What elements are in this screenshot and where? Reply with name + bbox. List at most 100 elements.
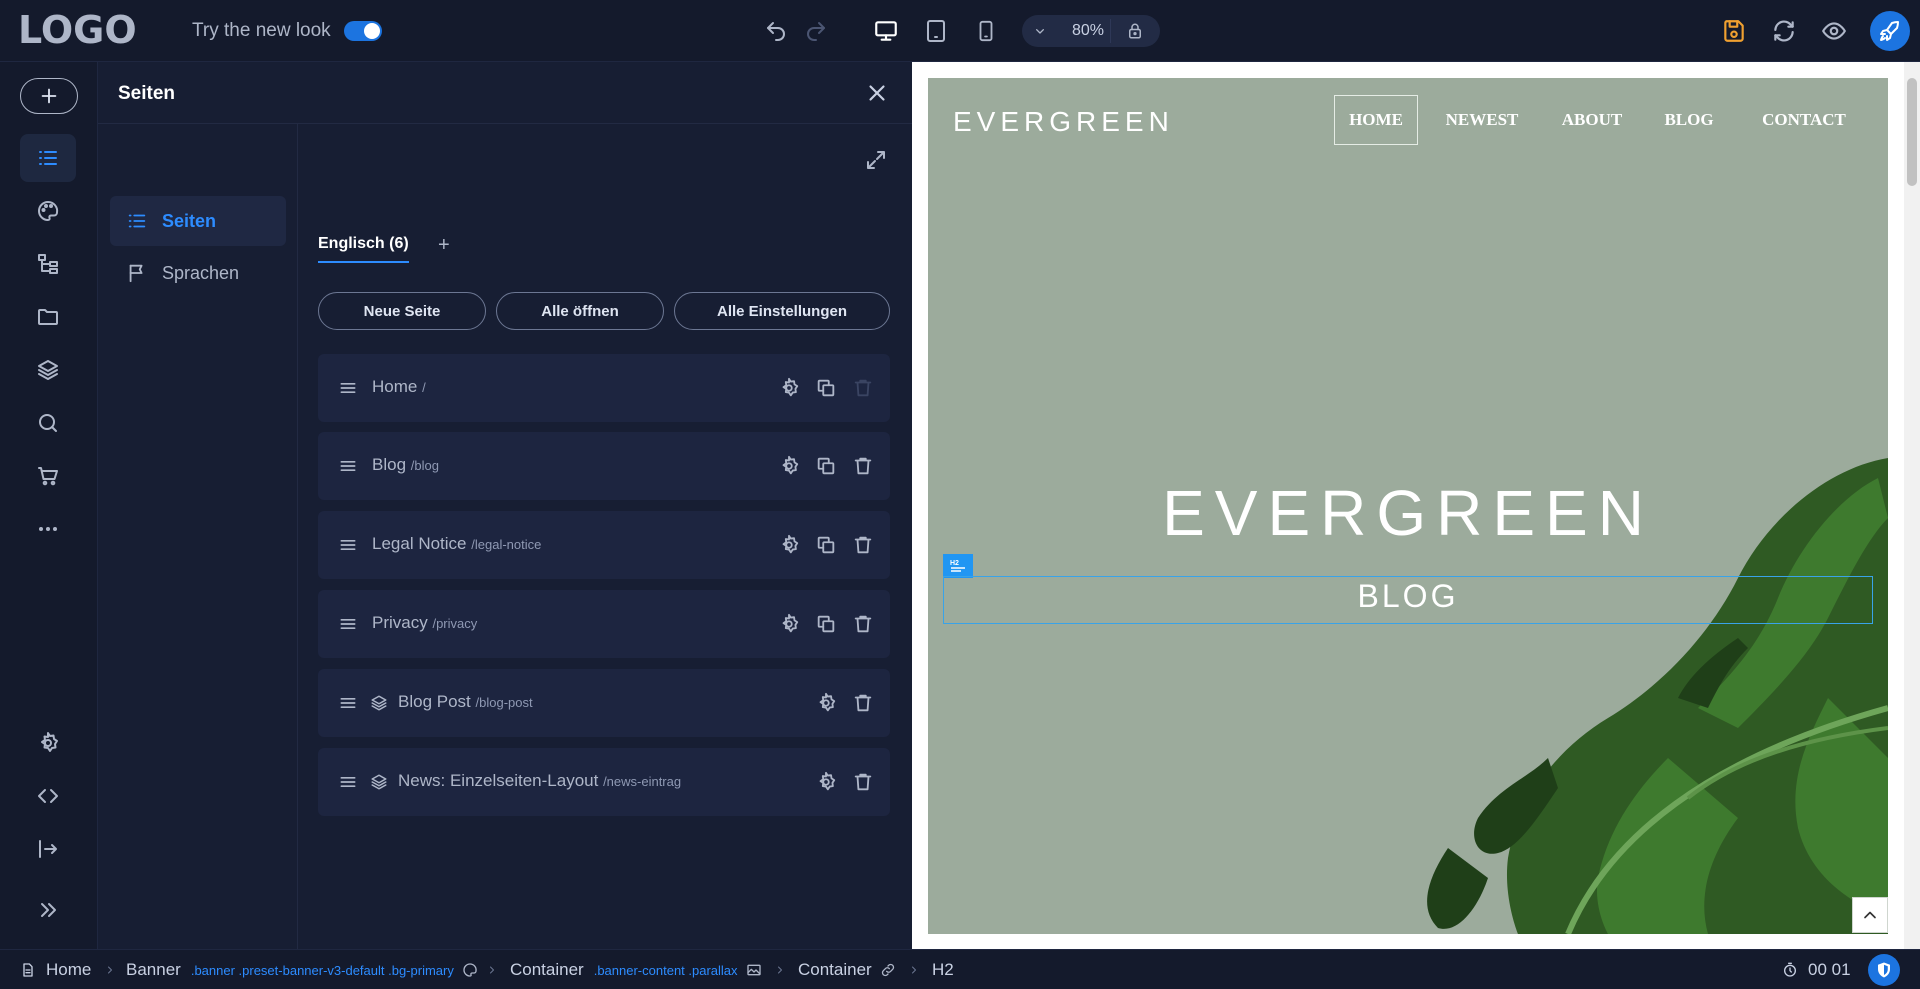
settings-icon[interactable] xyxy=(815,771,837,793)
settings-icon[interactable] xyxy=(778,613,800,635)
settings-icon[interactable] xyxy=(778,455,800,477)
site-logo[interactable]: EVERGREEN xyxy=(953,106,1174,138)
settings-icon[interactable] xyxy=(815,692,837,714)
layers-icon[interactable] xyxy=(20,346,76,394)
lock-icon[interactable] xyxy=(1126,22,1144,40)
mobile-icon[interactable] xyxy=(972,17,1000,45)
zoom-control[interactable]: 80% xyxy=(1022,15,1160,47)
panel-subnav: Seiten Sprachen xyxy=(98,124,298,949)
scroll-to-top-button[interactable] xyxy=(1852,897,1888,933)
page-icon xyxy=(23,963,33,977)
palette-icon[interactable] xyxy=(20,187,76,235)
expand-sidebar-icon[interactable] xyxy=(20,886,76,934)
flag-icon xyxy=(129,264,143,283)
open-all-button[interactable]: Alle öffnen xyxy=(496,292,664,330)
trash-icon xyxy=(854,379,872,397)
page-row-blog-post[interactable]: Blog Post /blog-post xyxy=(318,669,890,737)
code-icon[interactable] xyxy=(20,772,76,820)
shield-icon[interactable] xyxy=(1868,954,1900,986)
zoom-value: 80% xyxy=(1071,22,1105,39)
page-row-legal-notice[interactable]: Legal Notice /legal-notice xyxy=(318,511,890,579)
pages-list-icon[interactable] xyxy=(20,134,76,182)
site-nav-newest[interactable]: NEWEST xyxy=(1430,95,1534,145)
toggle-knob xyxy=(364,23,380,39)
cart-icon[interactable] xyxy=(20,452,76,500)
layers-icon xyxy=(371,695,387,711)
app-logo: LOGO xyxy=(18,8,137,52)
breadcrumb-item-container[interactable]: Container .banner-content .parallax xyxy=(510,960,762,980)
drag-handle-icon[interactable] xyxy=(338,693,358,713)
duplicate-icon[interactable] xyxy=(815,613,837,635)
page-name: Blog /blog xyxy=(372,455,439,474)
breadcrumb-label: Banner xyxy=(126,960,181,979)
chevron-right-icon xyxy=(778,966,782,974)
more-icon[interactable] xyxy=(20,505,76,553)
page-row-news[interactable]: News: Einzelseiten-Layout /news-eintrag xyxy=(318,748,890,816)
fullscreen-icon[interactable] xyxy=(864,148,888,172)
settings-icon[interactable] xyxy=(20,719,76,767)
save-icon[interactable] xyxy=(1720,17,1748,45)
page-row-home[interactable]: Home / xyxy=(318,354,890,422)
page-row-blog[interactable]: Blog /blog xyxy=(318,432,890,500)
search-icon[interactable] xyxy=(20,399,76,447)
drag-handle-icon[interactable] xyxy=(338,378,358,398)
undo-icon[interactable] xyxy=(762,17,790,45)
chevron-down-icon[interactable] xyxy=(1032,23,1048,39)
breadcrumb-item-home[interactable]: Home xyxy=(20,960,91,980)
new-look-toggle[interactable] xyxy=(344,21,382,41)
breadcrumb-item-banner[interactable]: Banner .banner .preset-banner-v3-default… xyxy=(126,960,478,980)
redo-icon[interactable] xyxy=(802,17,830,45)
tablet-icon[interactable] xyxy=(922,17,950,45)
refresh-icon[interactable] xyxy=(1770,17,1798,45)
site-nav-about[interactable]: ABOUT xyxy=(1542,95,1642,145)
site-nav-contact[interactable]: CONTACT xyxy=(1740,95,1868,145)
close-icon[interactable] xyxy=(864,80,890,106)
tree-icon[interactable] xyxy=(20,240,76,288)
folder-icon[interactable] xyxy=(20,293,76,341)
trash-icon[interactable] xyxy=(852,692,874,714)
breadcrumb-classes: .banner-content .parallax xyxy=(593,962,738,978)
drag-handle-icon[interactable] xyxy=(338,772,358,792)
hero-title[interactable]: EVERGREEN xyxy=(928,476,1888,550)
drag-handle-icon[interactable] xyxy=(338,456,358,476)
duplicate-icon[interactable] xyxy=(815,534,837,556)
tab-englisch[interactable]: Englisch (6) xyxy=(318,235,409,263)
trash-icon[interactable] xyxy=(852,613,874,635)
selected-element-outline[interactable] xyxy=(943,576,1873,624)
heading-tag-icon[interactable]: H2 xyxy=(943,554,973,578)
settings-icon[interactable] xyxy=(778,534,800,556)
breadcrumb-item-container-2[interactable]: Container xyxy=(798,960,896,980)
settings-icon[interactable] xyxy=(778,377,800,399)
add-button[interactable] xyxy=(20,78,78,114)
page-name: News: Einzelseiten-Layout /news-eintrag xyxy=(398,771,682,790)
new-look-label: Try the new look xyxy=(192,20,331,41)
trash-icon[interactable] xyxy=(852,534,874,556)
preview-scrollbar[interactable] xyxy=(1904,62,1920,949)
breadcrumb-label: H2 xyxy=(932,960,954,979)
drag-handle-icon[interactable] xyxy=(338,614,358,634)
drag-handle-icon[interactable] xyxy=(338,535,358,555)
duplicate-icon[interactable] xyxy=(815,377,837,399)
page-row-privacy[interactable]: Privacy /privacy xyxy=(318,590,890,658)
desktop-icon[interactable] xyxy=(872,17,900,45)
site-nav-blog[interactable]: BLOG xyxy=(1644,95,1734,145)
rocket-icon[interactable] xyxy=(1870,11,1910,51)
top-bar: LOGO Try the new look 80% xyxy=(0,0,1920,62)
site-preview[interactable]: EVERGREEN HOME NEWEST ABOUT BLOG CONTACT… xyxy=(928,78,1888,934)
site-nav-home[interactable]: HOME xyxy=(1334,95,1418,145)
chevron-right-icon xyxy=(912,966,916,974)
link-icon xyxy=(881,963,894,977)
trash-icon[interactable] xyxy=(852,771,874,793)
subnav-item-seiten[interactable]: Seiten xyxy=(110,196,286,246)
subnav-item-sprachen[interactable]: Sprachen xyxy=(110,248,286,298)
image-icon xyxy=(746,964,761,976)
preview-scrollbar-thumb[interactable] xyxy=(1907,78,1917,186)
duplicate-icon[interactable] xyxy=(815,455,837,477)
add-language-button[interactable]: + xyxy=(438,234,450,257)
eye-icon[interactable] xyxy=(1820,17,1848,45)
all-settings-button[interactable]: Alle Einstellungen xyxy=(674,292,890,330)
breadcrumb-item-h2[interactable]: H2 xyxy=(932,960,954,980)
logout-icon[interactable] xyxy=(20,825,76,873)
trash-icon[interactable] xyxy=(852,455,874,477)
new-page-button[interactable]: Neue Seite xyxy=(318,292,486,330)
